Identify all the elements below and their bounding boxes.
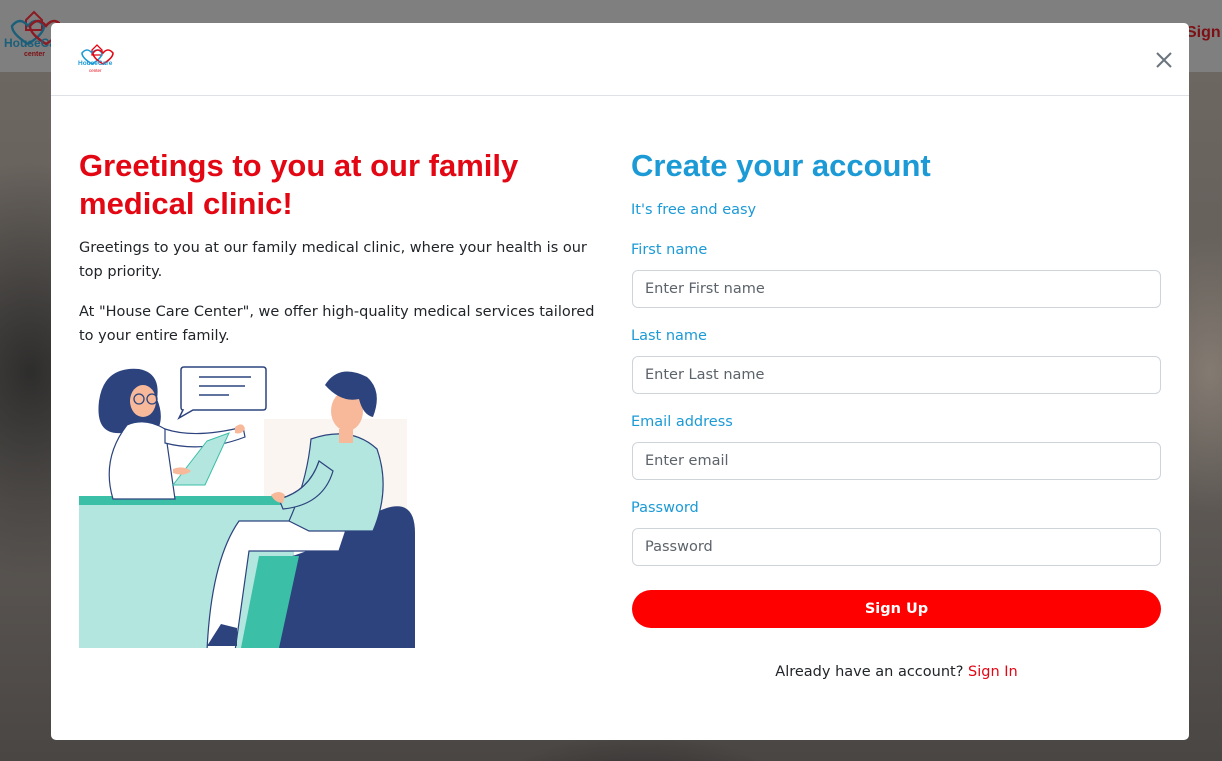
- signin-row: Already have an account? Sign In: [632, 662, 1161, 682]
- close-icon[interactable]: [1153, 49, 1175, 71]
- form-title: Create your account: [631, 148, 931, 183]
- signup-modal: HouseCare center Greetings to you at our…: [51, 23, 1189, 740]
- signin-prompt: Already have an account?: [775, 664, 964, 680]
- form-subtitle: It's free and easy: [631, 202, 757, 218]
- first-name-input[interactable]: [632, 270, 1161, 308]
- intro-title: Greetings to you at our family medical c…: [79, 148, 519, 221]
- modal-brand-name: HouseCare: [78, 60, 113, 67]
- email-label: Email address: [631, 414, 733, 430]
- first-name-label: First name: [631, 242, 708, 258]
- modal-brand-sub: center: [89, 68, 102, 73]
- password-input[interactable]: [632, 528, 1161, 566]
- intro-paragraph-1: Greetings to you at our family medical c…: [79, 240, 587, 280]
- last-name-label: Last name: [631, 328, 707, 344]
- last-name-input[interactable]: [632, 356, 1161, 394]
- signup-button[interactable]: Sign Up: [632, 590, 1161, 628]
- modal-header: HouseCare center: [51, 23, 1189, 96]
- intro-paragraph-2: At "House Care Center", we offer high-qu…: [79, 304, 595, 344]
- background-brand-sub: center: [24, 51, 46, 58]
- signin-link[interactable]: Sign In: [968, 664, 1018, 680]
- header-signup-link[interactable]: Sign Up: [1186, 24, 1222, 42]
- password-label: Password: [631, 500, 699, 516]
- email-input[interactable]: [632, 442, 1161, 480]
- doctor-patient-illustration: [79, 366, 415, 648]
